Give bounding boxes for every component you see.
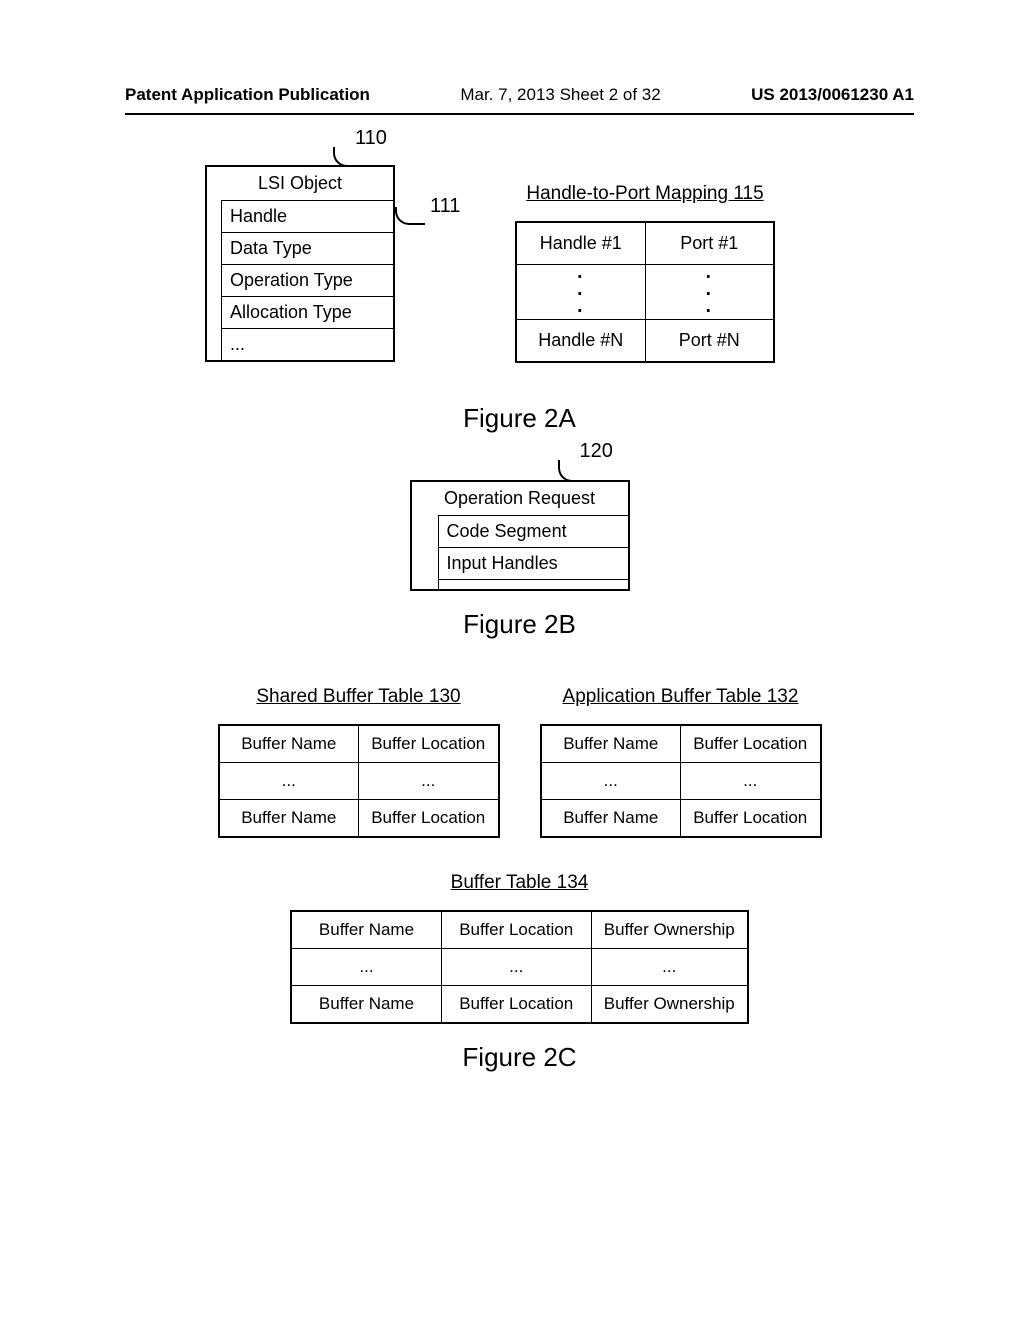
header-rule — [125, 113, 914, 115]
opreq-spacer — [438, 579, 628, 589]
hpm-port-dots: ··· — [645, 265, 774, 320]
abt-b2: Buffer Location — [681, 800, 821, 838]
lsi-object-diagram: 110 111 LSI Object Handle Data Type Oper… — [205, 165, 395, 363]
lsi-object-title: LSI Object — [207, 167, 393, 200]
hpm-handle-dots: ··· — [516, 265, 645, 320]
operation-request-title: Operation Request — [412, 482, 628, 515]
callout-110: 110 — [355, 127, 387, 150]
table-row: Buffer Name Buffer Location Buffer Owner… — [291, 986, 748, 1024]
bt-d2: ... — [441, 949, 591, 986]
sbt-b1: Buffer Name — [219, 800, 359, 838]
hpm-row-dots: ··· ··· — [516, 265, 774, 320]
table-row: Buffer Name Buffer Location — [541, 800, 821, 838]
bt-b1: Buffer Name — [291, 986, 441, 1024]
application-buffer-table: Buffer Name Buffer Location ... ... Buff… — [540, 724, 822, 838]
lsi-row-data-type: Data Type — [221, 232, 393, 264]
hpm-handle-n: Handle #N — [516, 320, 645, 363]
hpm-row-n: Handle #N Port #N — [516, 320, 774, 363]
opreq-row-code-segment: Code Segment — [438, 515, 628, 547]
table-row: ... ... — [219, 763, 499, 800]
bt-b2: Buffer Location — [441, 986, 591, 1024]
header-date-sheet: Mar. 7, 2013 Sheet 2 of 32 — [460, 85, 660, 105]
figure-2a: 110 111 LSI Object Handle Data Type Oper… — [205, 165, 914, 363]
table-row: Buffer Name Buffer Location — [219, 725, 499, 763]
buffer-table: Buffer Name Buffer Location Buffer Owner… — [290, 910, 749, 1024]
shared-buffer-table: Buffer Name Buffer Location ... ... Buff… — [218, 724, 500, 838]
figure-2c-label: Figure 2C — [125, 1042, 914, 1073]
abt-h1: Buffer Name — [541, 725, 681, 763]
callout-111: 111 — [430, 195, 460, 218]
table-row: ... ... — [541, 763, 821, 800]
hpm-table: Handle #1 Port #1 ··· ··· Handle #N Port… — [515, 221, 775, 363]
sbt-title: Shared Buffer Table 130 — [218, 686, 500, 708]
hpm-row-1: Handle #1 Port #1 — [516, 222, 774, 265]
hpm-port-n: Port #N — [645, 320, 774, 363]
callout-120: 120 — [580, 440, 613, 463]
bt-h1: Buffer Name — [291, 911, 441, 949]
sbt-d1: ... — [219, 763, 359, 800]
table-row: Buffer Name Buffer Location Buffer Owner… — [291, 911, 748, 949]
buffer-table-wrap: Buffer Table 134 Buffer Name Buffer Loca… — [125, 872, 914, 1024]
bt-d1: ... — [291, 949, 441, 986]
patent-page: Patent Application Publication Mar. 7, 2… — [0, 0, 1024, 1159]
sbt-h1: Buffer Name — [219, 725, 359, 763]
sbt-h2: Buffer Location — [359, 725, 499, 763]
handle-port-mapping: Handle-to-Port Mapping 115 Handle #1 Por… — [515, 183, 775, 363]
lsi-object-box: LSI Object Handle Data Type Operation Ty… — [205, 165, 395, 362]
sbt-d2: ... — [359, 763, 499, 800]
figure-2b: 120 Operation Request Code Segment Input… — [125, 480, 914, 591]
figure-2b-label: Figure 2B — [125, 609, 914, 640]
lsi-row-allocation-type: Allocation Type — [221, 296, 393, 328]
hpm-title: Handle-to-Port Mapping 115 — [515, 183, 775, 205]
operation-request-diagram: 120 Operation Request Code Segment Input… — [410, 480, 630, 591]
bt-title: Buffer Table 134 — [451, 872, 589, 894]
page-header: Patent Application Publication Mar. 7, 2… — [125, 85, 914, 113]
abt-d2: ... — [681, 763, 821, 800]
opreq-row-input-handles: Input Handles — [438, 547, 628, 579]
sbt-b2: Buffer Location — [359, 800, 499, 838]
bt-h2: Buffer Location — [441, 911, 591, 949]
bt-d3: ... — [591, 949, 748, 986]
abt-b1: Buffer Name — [541, 800, 681, 838]
abt-d1: ... — [541, 763, 681, 800]
lsi-row-ellipsis: ... — [221, 328, 393, 360]
table-row: ... ... ... — [291, 949, 748, 986]
lsi-row-handle: Handle — [221, 200, 393, 232]
shared-buffer-table-wrap: Shared Buffer Table 130 Buffer Name Buff… — [218, 686, 500, 838]
table-row: Buffer Name Buffer Location — [219, 800, 499, 838]
operation-request-box: Operation Request Code Segment Input Han… — [410, 480, 630, 591]
abt-h2: Buffer Location — [681, 725, 821, 763]
figure-2c-top-tables: Shared Buffer Table 130 Buffer Name Buff… — [125, 686, 914, 838]
leader-110-icon — [333, 147, 359, 167]
header-publication: Patent Application Publication — [125, 85, 370, 105]
table-row: Buffer Name Buffer Location — [541, 725, 821, 763]
figure-2a-label: Figure 2A — [125, 403, 914, 434]
lsi-row-operation-type: Operation Type — [221, 264, 393, 296]
leader-111-icon — [395, 207, 425, 225]
bt-b3: Buffer Ownership — [591, 986, 748, 1024]
leader-120-icon — [558, 460, 584, 482]
application-buffer-table-wrap: Application Buffer Table 132 Buffer Name… — [540, 686, 822, 838]
bt-h3: Buffer Ownership — [591, 911, 748, 949]
header-patent-number: US 2013/0061230 A1 — [751, 85, 914, 105]
abt-title: Application Buffer Table 132 — [540, 686, 822, 708]
